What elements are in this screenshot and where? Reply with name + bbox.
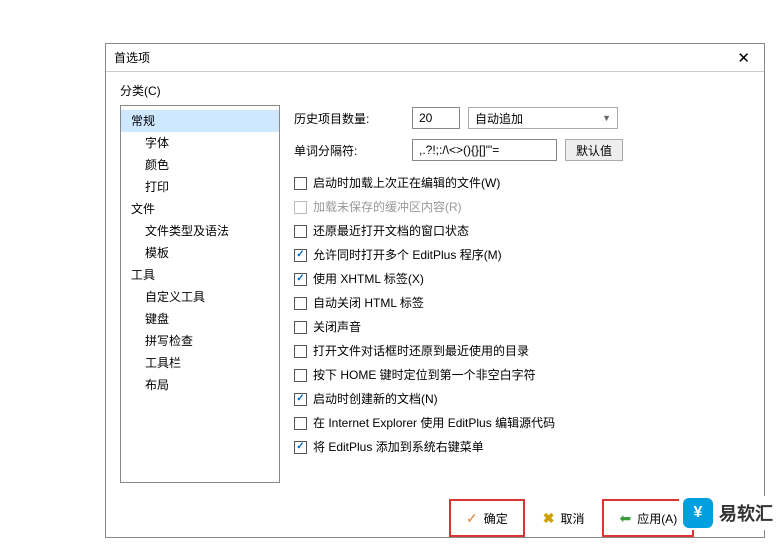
option-row[interactable]: 按下 HOME 键时定位到第一个非空白字符 [294,363,750,387]
cancel-icon: ✖ [543,510,555,527]
option-row[interactable]: 启动时加载上次正在编辑的文件(W) [294,171,750,195]
option-row[interactable]: 启动时创建新的文档(N) [294,387,750,411]
checkbox[interactable] [294,297,307,310]
option-label: 关闭声音 [313,318,361,336]
option-label: 打开文件对话框时还原到最近使用的目录 [313,342,529,360]
tree-item[interactable]: 字体 [121,132,279,154]
option-row[interactable]: 打开文件对话框时还原到最近使用的目录 [294,339,750,363]
checkbox[interactable] [294,345,307,358]
tree-item[interactable]: 打印 [121,176,279,198]
button-bar: ✓ 确定 ✖ 取消 ⬅ 应用(A) ? 帮 [106,492,764,536]
word-separator-label: 单词分隔符: [294,142,404,159]
tree-item[interactable]: 文件类型及语法 [121,220,279,242]
history-count-label: 历史项目数量: [294,110,404,127]
auto-append-select[interactable]: 自动追加 ▼ [468,107,618,129]
settings-pane: 历史项目数量: 自动追加 ▼ 单词分隔符: 默认值 启动时加载上次正在编辑的文件… [294,105,750,483]
highlight-ok: ✓ 确定 [449,499,525,537]
option-label: 在 Internet Explorer 使用 EditPlus 编辑源代码 [313,414,555,432]
category-tree[interactable]: 常规字体颜色打印文件文件类型及语法模板工具自定义工具键盘拼写检查工具栏布局 [120,105,280,483]
tree-item[interactable]: 工具栏 [121,352,279,374]
watermark: ¥ 易软汇 [679,496,777,530]
default-button[interactable]: 默认值 [565,139,623,161]
apply-button[interactable]: ⬅ 应用(A) [607,504,689,532]
tree-item[interactable]: 文件 [121,198,279,220]
option-row[interactable]: 还原最近打开文档的窗口状态 [294,219,750,243]
tree-item[interactable]: 布局 [121,374,279,396]
dialog-body: 分类(C) 常规字体颜色打印文件文件类型及语法模板工具自定义工具键盘拼写检查工具… [106,72,764,492]
check-icon: ✓ [466,510,478,527]
option-label: 启动时创建新的文档(N) [313,390,438,408]
option-label: 使用 XHTML 标签(X) [313,270,424,288]
option-label: 自动关闭 HTML 标签 [313,294,424,312]
option-row[interactable]: 在 Internet Explorer 使用 EditPlus 编辑源代码 [294,411,750,435]
preferences-dialog: 首选项 ✕ 分类(C) 常规字体颜色打印文件文件类型及语法模板工具自定义工具键盘… [105,43,765,538]
tree-item[interactable]: 常规 [121,110,279,132]
checkbox [294,201,307,214]
checkbox[interactable] [294,177,307,190]
ok-button[interactable]: ✓ 确定 [454,504,520,532]
category-label: 分类(C) [120,82,750,99]
tree-item[interactable]: 工具 [121,264,279,286]
checkbox[interactable] [294,417,307,430]
history-count-input[interactable] [412,107,460,129]
option-row: 加载未保存的缓冲区内容(R) [294,195,750,219]
option-row[interactable]: 允许同时打开多个 EditPlus 程序(M) [294,243,750,267]
dialog-title: 首选项 [114,49,150,66]
option-row[interactable]: 使用 XHTML 标签(X) [294,267,750,291]
apply-label: 应用(A) [637,510,677,527]
auto-append-value: 自动追加 [475,110,523,127]
logo-icon: ¥ [683,498,713,528]
tree-item[interactable]: 自定义工具 [121,286,279,308]
tree-item[interactable]: 模板 [121,242,279,264]
checkbox[interactable] [294,225,307,238]
option-row[interactable]: 将 EditPlus 添加到系统右键菜单 [294,435,750,459]
arrow-left-icon: ⬅ [619,510,631,527]
tree-item[interactable]: 颜色 [121,154,279,176]
checkbox[interactable] [294,321,307,334]
cancel-label: 取消 [560,510,584,527]
chevron-down-icon: ▼ [602,113,611,123]
checkbox[interactable] [294,441,307,454]
checkbox[interactable] [294,273,307,286]
watermark-text: 易软汇 [719,500,773,526]
option-label: 允许同时打开多个 EditPlus 程序(M) [313,246,502,264]
checkbox[interactable] [294,369,307,382]
option-label: 加载未保存的缓冲区内容(R) [313,198,462,216]
options-checklist: 启动时加载上次正在编辑的文件(W) 加载未保存的缓冲区内容(R) 还原最近打开文档的… [294,171,750,459]
cancel-button[interactable]: ✖ 取消 [531,504,597,532]
ok-label: 确定 [484,510,508,527]
word-separator-input[interactable] [412,139,557,161]
option-label: 将 EditPlus 添加到系统右键菜单 [313,438,484,456]
checkbox[interactable] [294,249,307,262]
close-icon[interactable]: ✕ [731,47,756,69]
option-label: 启动时加载上次正在编辑的文件(W) [313,174,500,192]
option-label: 还原最近打开文档的窗口状态 [313,222,469,240]
option-row[interactable]: 关闭声音 [294,315,750,339]
titlebar: 首选项 ✕ [106,44,764,72]
option-row[interactable]: 自动关闭 HTML 标签 [294,291,750,315]
tree-item[interactable]: 键盘 [121,308,279,330]
tree-item[interactable]: 拼写检查 [121,330,279,352]
checkbox[interactable] [294,393,307,406]
option-label: 按下 HOME 键时定位到第一个非空白字符 [313,366,536,384]
